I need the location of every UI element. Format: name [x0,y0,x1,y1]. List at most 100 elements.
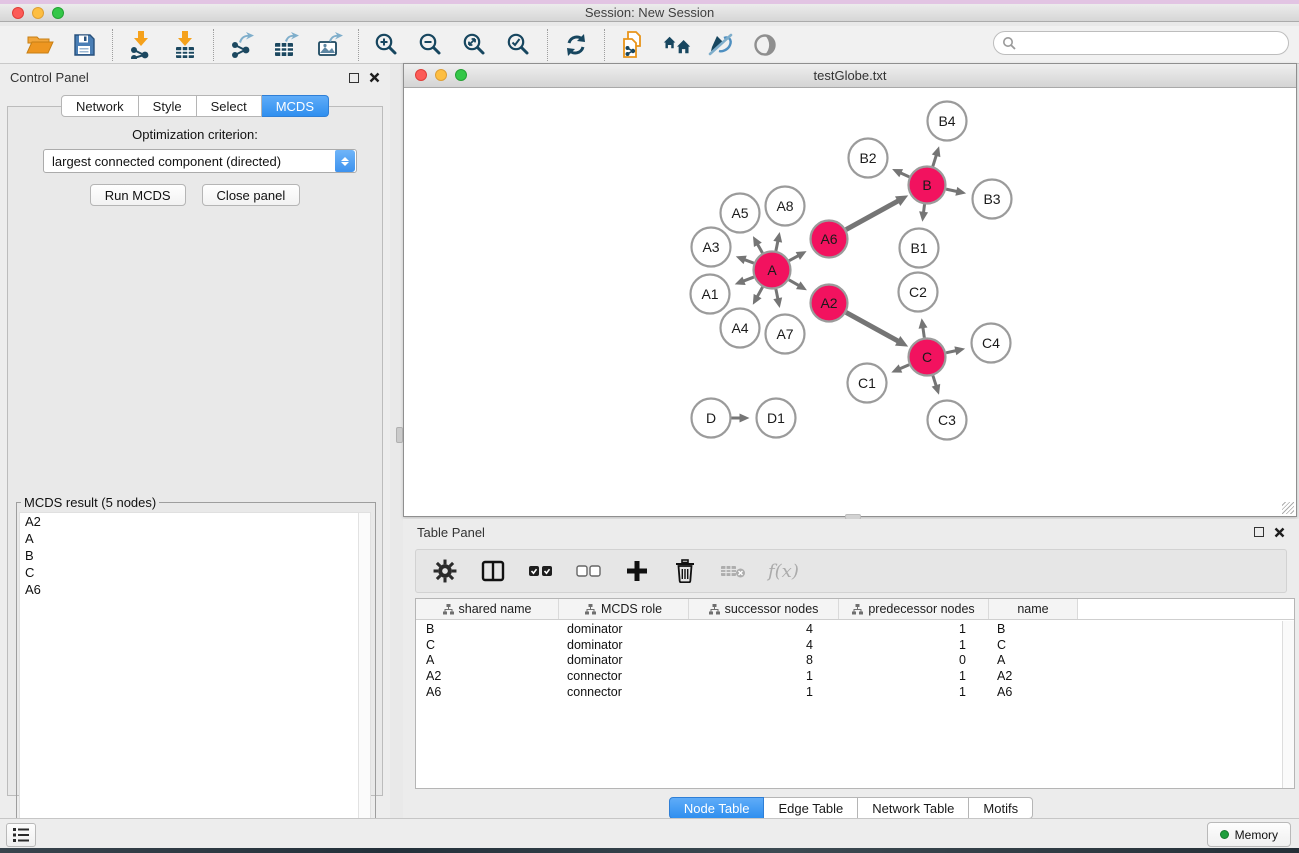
cell-shared-name[interactable]: C [416,638,559,652]
memory-button[interactable]: Memory [1207,822,1291,847]
tab-style[interactable]: Style [139,95,197,117]
import-network-icon[interactable] [127,31,155,59]
cell-name[interactable]: C [989,638,1078,652]
table-tab-node-table[interactable]: Node Table [669,797,765,819]
function-builder-icon[interactable]: f(x) [768,561,799,582]
cell-successor-nodes[interactable]: 1 [689,669,839,683]
cell-name[interactable]: B [989,622,1078,636]
cell-mcds-role[interactable]: dominator [559,653,689,667]
table-settings-icon[interactable] [432,558,458,584]
table-tab-motifs[interactable]: Motifs [969,797,1033,819]
result-item-a[interactable]: A [20,530,370,547]
column-header-mcds-role[interactable]: MCDS role [559,599,689,619]
show-hide-graphics-icon[interactable] [751,31,779,59]
cell-predecessor-nodes[interactable]: 1 [839,638,989,652]
cell-successor-nodes[interactable]: 4 [689,622,839,636]
cell-mcds-role[interactable]: dominator [559,622,689,636]
cell-name[interactable]: A2 [989,669,1078,683]
cell-predecessor-nodes[interactable]: 0 [839,653,989,667]
minimize-window-button[interactable] [32,7,44,19]
cell-successor-nodes[interactable]: 4 [689,638,839,652]
import-table-icon[interactable] [171,31,199,59]
zoom-in-icon[interactable] [373,31,401,59]
hide-annotations-icon[interactable] [707,31,735,59]
vertical-splitter-handle[interactable] [396,427,403,443]
zoom-out-icon[interactable] [417,31,445,59]
cell-predecessor-nodes[interactable]: 1 [839,669,989,683]
tab-mcds[interactable]: MCDS [262,95,329,117]
close-table-panel-icon[interactable] [1274,527,1285,538]
tab-select[interactable]: Select [197,95,262,117]
add-column-icon[interactable] [624,558,650,584]
table-row-c[interactable]: Cdominator41C [416,637,1282,653]
cell-shared-name[interactable]: B [416,622,559,636]
open-file-icon[interactable] [26,31,54,59]
cell-mcds-role[interactable]: connector [559,685,689,699]
search-field[interactable] [993,31,1289,55]
delete-table-icon[interactable] [720,558,746,584]
cell-predecessor-nodes[interactable]: 1 [839,685,989,699]
column-header-shared-name[interactable]: shared name [416,599,559,619]
cell-mcds-role[interactable]: dominator [559,638,689,652]
zoom-fit-icon[interactable] [461,31,489,59]
graph-arrowhead-C-C3 [932,384,941,395]
table-row-a2[interactable]: A2connector11A2 [416,668,1282,684]
network-close-button[interactable] [415,69,427,81]
zoom-selected-icon[interactable] [505,31,533,59]
window-resize-grip[interactable] [1282,502,1294,514]
cell-name[interactable]: A6 [989,685,1078,699]
table-row-a[interactable]: Adominator80A [416,653,1282,669]
result-list-scrollbar[interactable] [358,513,370,843]
table-scrollbar[interactable] [1282,621,1294,788]
close-panel-button[interactable]: Close panel [202,184,301,206]
copy-network-icon[interactable] [619,31,647,59]
network-window-titlebar[interactable]: testGlobe.txt [404,64,1296,88]
table-tab-edge-table[interactable]: Edge Table [764,797,858,819]
mcds-result-title: MCDS result (5 nodes) [21,495,159,510]
close-window-button[interactable] [12,7,24,19]
refresh-view-icon[interactable] [562,31,590,59]
result-item-a6[interactable]: A6 [20,581,370,598]
network-minimize-button[interactable] [435,69,447,81]
result-item-c[interactable]: C [20,564,370,581]
home-layout-icon[interactable] [663,31,691,59]
cell-shared-name[interactable]: A [416,653,559,667]
mcds-result-list[interactable]: A2ABCA6 [19,512,371,844]
column-header-predecessor-nodes[interactable]: predecessor nodes [839,599,989,619]
save-session-icon[interactable] [70,31,98,59]
split-view-icon[interactable] [480,558,506,584]
delete-columns-icon[interactable] [672,558,698,584]
table-row-b[interactable]: Bdominator41B [416,621,1282,637]
deselect-all-checkboxes-icon[interactable] [576,558,602,584]
task-history-button[interactable] [6,823,36,847]
cell-successor-nodes[interactable]: 1 [689,685,839,699]
cell-successor-nodes[interactable]: 8 [689,653,839,667]
export-table-icon[interactable] [272,31,300,59]
run-mcds-button[interactable]: Run MCDS [90,184,186,206]
table-tab-network-table[interactable]: Network Table [858,797,969,819]
close-panel-icon[interactable] [369,72,380,83]
graph-edge-A6-B[interactable] [846,200,899,229]
float-table-panel-icon[interactable] [1254,527,1264,537]
graph-node-label-A4: A4 [731,320,748,336]
network-canvas[interactable]: AA1A2A3A4A5A6A7A8BB1B2B3B4CC1C2C3C4DD1 [404,88,1296,516]
network-zoom-button[interactable] [455,69,467,81]
tab-network[interactable]: Network [61,95,139,117]
export-image-icon[interactable] [316,31,344,59]
float-panel-icon[interactable] [349,73,359,83]
select-all-checkboxes-icon[interactable] [528,558,554,584]
result-item-b[interactable]: B [20,547,370,564]
cell-mcds-role[interactable]: connector [559,669,689,683]
cell-name[interactable]: A [989,653,1078,667]
table-row-a6[interactable]: A6connector11A6 [416,684,1282,700]
graph-edge-A2-C[interactable] [846,312,899,341]
column-header-successor-nodes[interactable]: successor nodes [689,599,839,619]
zoom-window-button[interactable] [52,7,64,19]
cell-shared-name[interactable]: A6 [416,685,559,699]
export-network-icon[interactable] [228,31,256,59]
cell-predecessor-nodes[interactable]: 1 [839,622,989,636]
result-item-a2[interactable]: A2 [20,513,370,530]
column-header-name[interactable]: name [989,599,1078,619]
cell-shared-name[interactable]: A2 [416,669,559,683]
criterion-select[interactable]: largest connected component (directed) [43,149,357,173]
